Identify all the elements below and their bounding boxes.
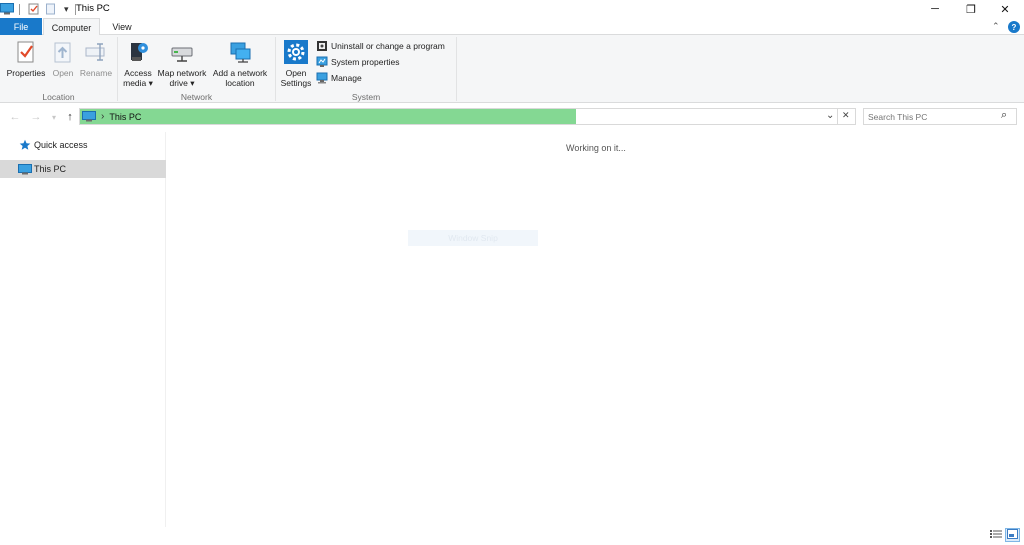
settings-gear-icon bbox=[284, 40, 308, 64]
breadcrumb-separator[interactable]: › bbox=[101, 111, 104, 122]
loading-status-text: Working on it... bbox=[566, 143, 626, 153]
forward-button[interactable]: → bbox=[29, 110, 43, 124]
stop-loading-icon[interactable]: ✕ bbox=[842, 110, 850, 121]
nav-item-label: This PC bbox=[34, 164, 67, 174]
network-location-icon bbox=[228, 40, 252, 64]
properties-label: Properties bbox=[6, 68, 46, 78]
help-icon[interactable]: ? bbox=[1008, 21, 1020, 33]
up-button[interactable]: ↑ bbox=[63, 110, 77, 124]
uninstall-program-icon bbox=[316, 40, 328, 52]
minimize-button[interactable]: ─ bbox=[918, 0, 952, 18]
restore-button[interactable]: ❐ bbox=[954, 0, 988, 18]
system-properties-icon bbox=[316, 56, 328, 68]
tab-computer[interactable]: Computer bbox=[43, 18, 100, 36]
open-settings-button[interactable]: Open Settings bbox=[278, 40, 314, 88]
access-media-button[interactable]: Access media ▾ bbox=[121, 40, 155, 88]
tab-view[interactable]: View bbox=[100, 18, 144, 35]
access-media-label-2: media ▾ bbox=[123, 77, 153, 88]
address-bar[interactable]: › This PC ⌄ ✕ bbox=[79, 108, 856, 125]
large-icons-view-icon bbox=[1007, 529, 1018, 541]
open-settings-label-2: Settings bbox=[280, 77, 312, 88]
rename-icon bbox=[84, 40, 108, 64]
properties-button[interactable]: Properties bbox=[4, 40, 48, 79]
this-pc-icon bbox=[18, 163, 32, 175]
nav-item-this-pc[interactable]: This PC bbox=[0, 160, 166, 178]
ribbon-tabs: File Computer View ⌃ ? bbox=[0, 18, 1024, 36]
open-label: Open bbox=[52, 68, 74, 78]
network-drive-icon bbox=[170, 40, 194, 64]
access-media-icon bbox=[126, 40, 150, 64]
map-network-drive-label-2: drive ▾ bbox=[169, 77, 195, 88]
nav-item-label: Quick access bbox=[34, 140, 88, 150]
qat-dropdown-icon[interactable]: ▾ bbox=[64, 4, 69, 15]
properties-qat-icon[interactable] bbox=[28, 3, 40, 15]
address-breadcrumb: › This PC bbox=[82, 110, 141, 123]
large-icons-view-button[interactable] bbox=[1005, 528, 1020, 542]
details-view-icon bbox=[989, 529, 1002, 541]
breadcrumb-this-pc[interactable]: This PC bbox=[109, 112, 141, 122]
properties-icon bbox=[14, 40, 38, 64]
search-box[interactable]: ⌕ bbox=[863, 108, 1017, 125]
collapse-ribbon-icon[interactable]: ⌃ bbox=[992, 21, 1000, 32]
new-folder-qat-icon[interactable] bbox=[45, 3, 57, 15]
open-button[interactable]: Open bbox=[49, 40, 77, 79]
ribbon: Properties Open Rename Location Access m… bbox=[0, 35, 1024, 103]
details-view-button[interactable] bbox=[988, 528, 1003, 542]
open-icon bbox=[51, 40, 75, 64]
this-pc-app-icon bbox=[0, 3, 14, 15]
system-small-buttons: Uninstall or change a program System pro… bbox=[316, 39, 445, 85]
window-snip-overlay: Window Snip bbox=[408, 230, 538, 246]
search-input[interactable] bbox=[868, 110, 998, 123]
uninstall-program-label: Uninstall or change a program bbox=[331, 41, 445, 51]
back-button[interactable]: ← bbox=[8, 110, 22, 124]
address-dropdown-icon[interactable]: ⌄ bbox=[826, 110, 834, 121]
navigation-pane: Quick access This PC bbox=[0, 132, 166, 527]
group-label-location: Location bbox=[42, 92, 75, 102]
system-properties-button[interactable]: System properties bbox=[316, 55, 445, 69]
quick-access-toolbar: ▾ bbox=[0, 2, 76, 16]
add-network-location-label-2: location bbox=[225, 77, 255, 88]
title-bar: ▾ This PC ─ ❐ ✕ bbox=[0, 0, 1024, 18]
nav-item-quick-access[interactable]: Quick access bbox=[0, 136, 166, 154]
map-network-drive-button[interactable]: Map network drive ▾ bbox=[155, 40, 209, 88]
this-pc-icon bbox=[82, 111, 96, 122]
address-progress-bar bbox=[80, 109, 576, 124]
group-label-network: Network bbox=[180, 92, 213, 102]
recent-locations-button[interactable]: ▾ bbox=[47, 110, 61, 124]
search-icon[interactable]: ⌕ bbox=[1001, 109, 1007, 122]
window-title: This PC bbox=[76, 3, 110, 14]
uninstall-program-button[interactable]: Uninstall or change a program bbox=[316, 39, 445, 53]
system-properties-label: System properties bbox=[331, 57, 400, 67]
star-icon bbox=[19, 139, 31, 151]
close-button[interactable]: ✕ bbox=[988, 0, 1022, 18]
manage-computer-icon bbox=[316, 72, 328, 84]
address-divider bbox=[837, 109, 838, 124]
group-separator bbox=[456, 37, 457, 101]
rename-label: Rename bbox=[79, 68, 113, 78]
group-label-system: System bbox=[351, 92, 381, 102]
manage-button[interactable]: Manage bbox=[316, 71, 445, 85]
tab-file[interactable]: File bbox=[0, 18, 42, 35]
manage-label: Manage bbox=[331, 73, 362, 83]
add-network-location-button[interactable]: Add a network location bbox=[210, 40, 270, 88]
rename-button[interactable]: Rename bbox=[78, 40, 114, 79]
qat-divider bbox=[19, 3, 20, 15]
